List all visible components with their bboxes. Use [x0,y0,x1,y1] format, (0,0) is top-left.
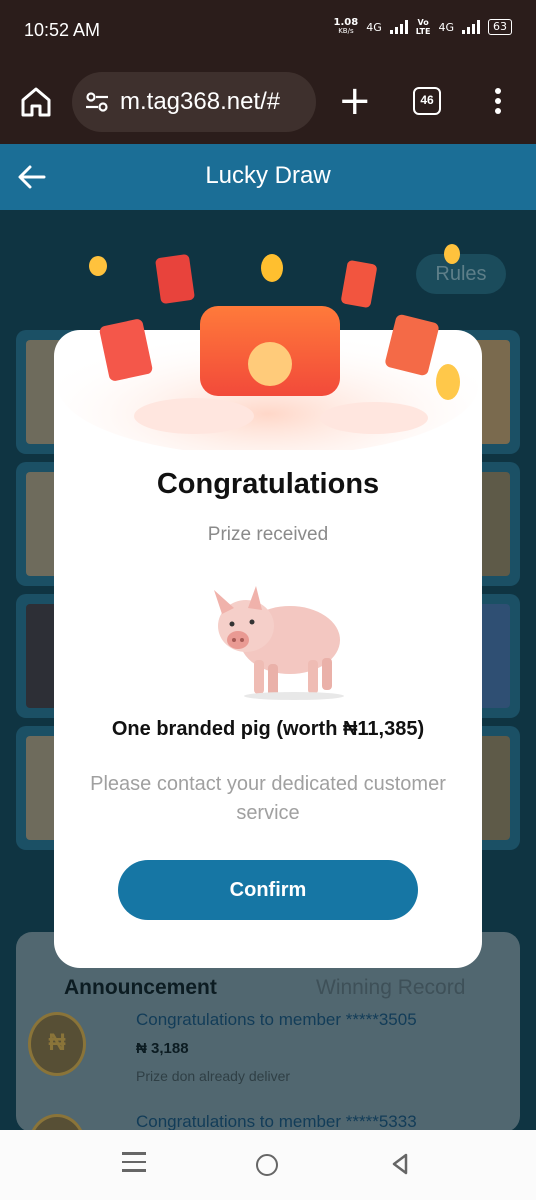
battery-icon: 63 [488,19,512,35]
tab-announcement[interactable]: Announcement [64,976,217,1000]
home-icon [21,87,51,117]
prize-dialog: Congratulations Prize received One brand… [54,330,482,968]
naira-coin-icon: ₦ [28,1012,86,1076]
list-item: ₦ Congratulations to member *****3505 ₦ … [16,1000,488,1088]
dialog-title: Congratulations [156,468,380,500]
triangle-back-icon [392,1153,408,1175]
url-text[interactable]: m.tag368.net/# [120,88,280,116]
plus-icon: + [338,78,372,124]
announcement-amount: ₦ 3,188 [136,1040,189,1057]
back-nav-button[interactable] [388,1152,412,1176]
rules-button[interactable]: Rules [416,254,506,294]
new-tab-button[interactable]: + [338,81,372,121]
pig-icon [214,586,344,700]
list-item: ₦ Congratulations to member *****5333 [16,1102,488,1130]
announcement-message: Congratulations to member *****5333 [136,1112,417,1130]
naira-coin-icon: ₦ [28,1114,86,1130]
volte-icon: Vo LTE [415,18,431,36]
address-bar[interactable]: m.tag368.net/# [72,72,316,132]
signal-icon [389,20,408,34]
net-speed: 1.08 KB/s [333,17,359,36]
prize-description: One branded pig (worth ₦11,385) [111,718,425,740]
status-icons: 1.08 KB/s 4G Vo LTE 4G 63 [334,18,512,36]
tab-switcher-button[interactable]: 46 [413,87,441,115]
page-title: Lucky Draw [205,162,331,189]
app-header: Lucky Draw [0,144,536,210]
recents-button[interactable] [122,1152,146,1174]
status-time: 10:52 AM [24,20,101,40]
tab-winning-record[interactable]: Winning Record [316,976,465,1000]
more-vert-icon [488,88,508,114]
signal-icon-2 [462,20,480,34]
net-type-1: 4G [366,20,382,34]
home-button[interactable] [18,84,54,120]
confirm-button[interactable]: Confirm [118,860,418,920]
menu-icon [122,1152,146,1172]
home-nav-button[interactable] [256,1154,278,1176]
status-bar: 10:52 AM 1.08 KB/s 4G Vo LTE 4G 63 [0,0,536,60]
system-nav-bar [0,1130,536,1200]
announcement-note: Prize don already deliver [136,1068,291,1084]
dialog-subtitle: Prize received [207,524,329,545]
site-settings-icon[interactable] [84,89,110,115]
contact-instruction: Please contact your dedicated customer s… [90,773,446,824]
net-type-2: 4G [438,20,454,34]
browser-toolbar: m.tag368.net/# + 46 [0,60,536,144]
announcement-message: Congratulations to member *****3505 [136,1010,417,1029]
more-menu-button[interactable] [488,84,508,120]
